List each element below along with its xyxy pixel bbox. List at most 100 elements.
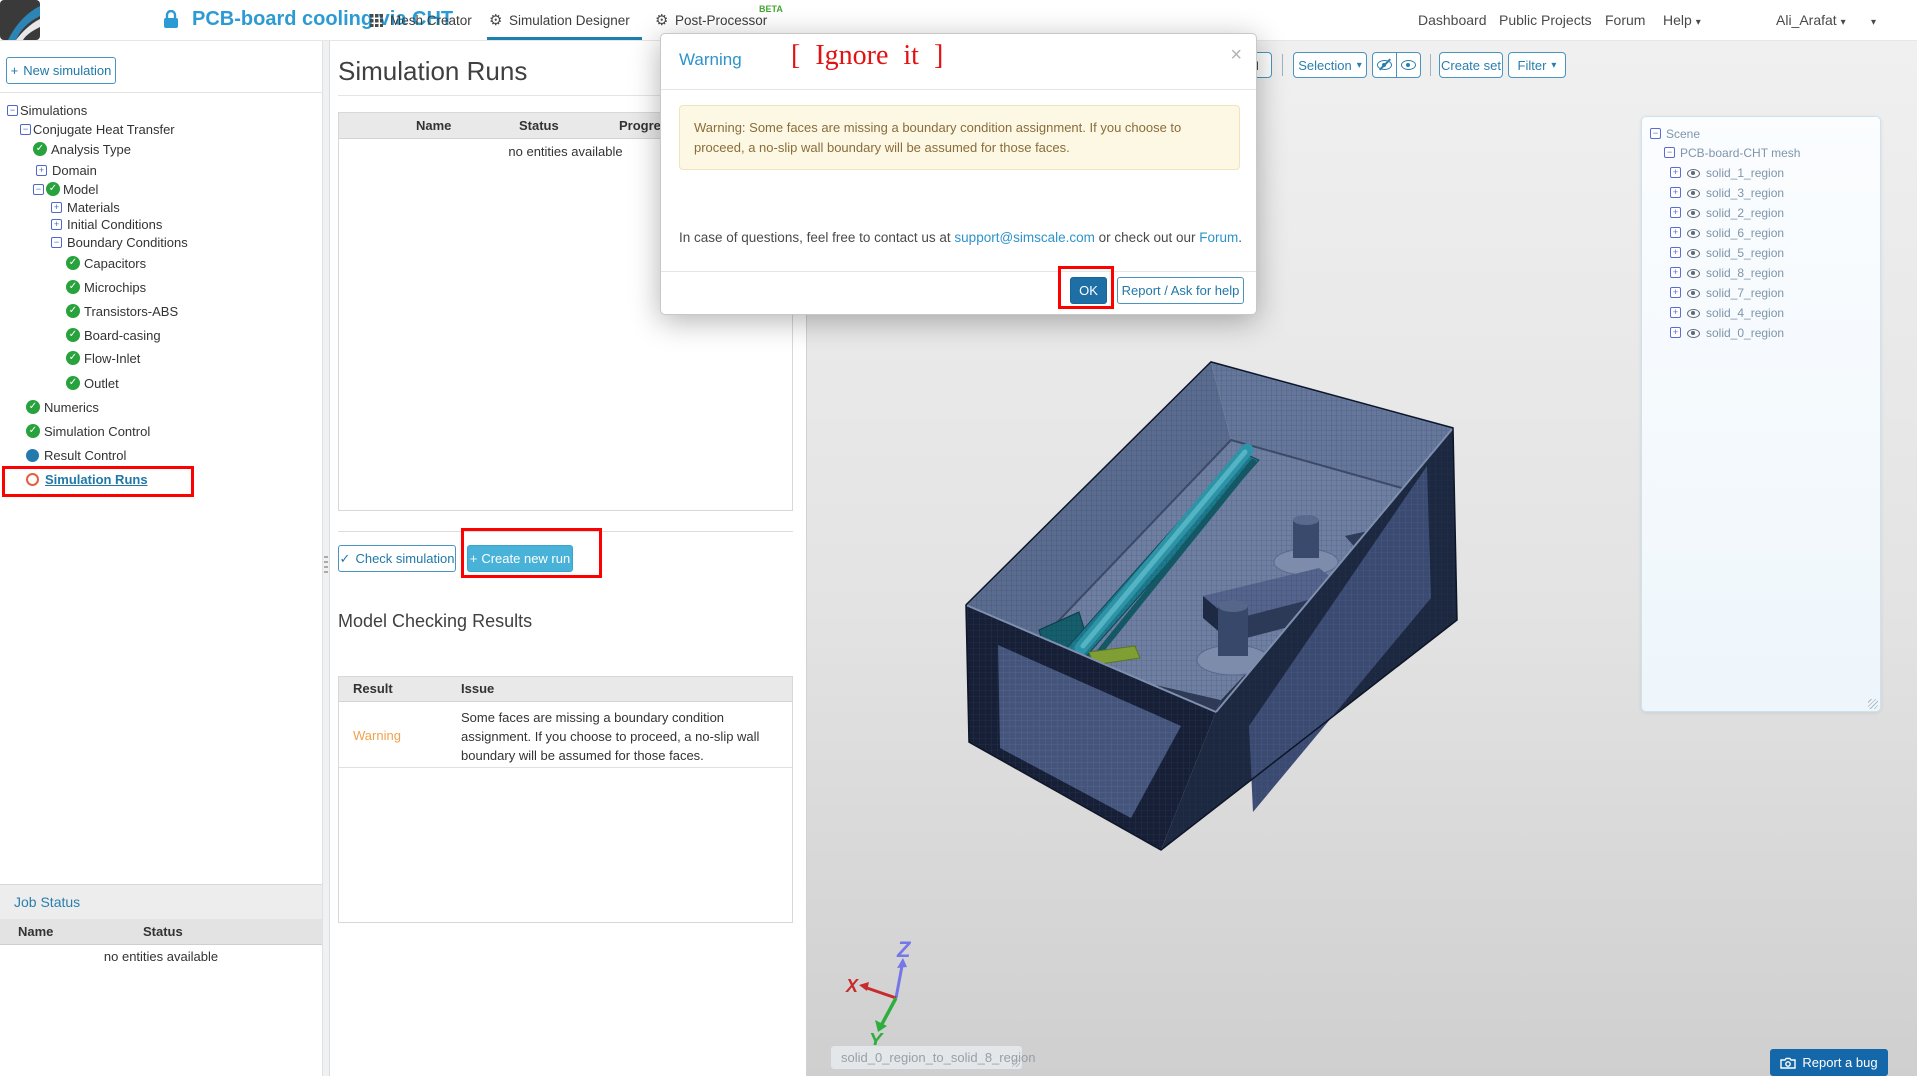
nav-public-projects[interactable]: Public Projects (1499, 12, 1592, 28)
sidebar-item-flow-inlet[interactable]: ✓ Flow-Inlet (0, 349, 322, 369)
expand-icon[interactable]: + (1670, 327, 1681, 338)
nav-dashboard[interactable]: Dashboard (1418, 12, 1487, 28)
check-simulation-button[interactable]: ✓ Check simulation (338, 545, 456, 572)
contact-text: . (1238, 230, 1243, 245)
nav-user-menu[interactable]: Ali_Arafat ▾ (1776, 12, 1846, 28)
expand-icon[interactable]: + (51, 202, 62, 213)
sidebar-item-conjugate-heat-transfer[interactable]: − Conjugate Heat Transfer (0, 120, 322, 140)
forum-link[interactable]: Forum (1199, 230, 1238, 245)
ok-button[interactable]: OK (1070, 277, 1107, 304)
result-warning-label: Warning (353, 728, 401, 743)
collapse-icon[interactable]: − (7, 105, 18, 116)
eye-icon[interactable] (1687, 209, 1700, 218)
sidebar-item-boundary-conditions[interactable]: − Boundary Conditions (0, 233, 322, 253)
scene-item-region[interactable]: + solid_8_region (1642, 263, 1880, 283)
show-selection-button[interactable] (1396, 52, 1421, 78)
scene-item-region[interactable]: + solid_5_region (1642, 243, 1880, 263)
nav-forum[interactable]: Forum (1605, 12, 1645, 28)
username-label: Ali_Arafat (1776, 12, 1837, 28)
tree-label: Simulations (20, 103, 88, 118)
simscale-logo[interactable] (0, 0, 40, 40)
report-bug-button[interactable]: Report a bug (1770, 1049, 1888, 1076)
create-set-button[interactable]: Create set (1439, 52, 1503, 78)
expand-icon[interactable]: + (1670, 287, 1681, 298)
expand-icon[interactable]: + (51, 219, 62, 230)
annotation-ignore-text: [ Ignore it ] (791, 40, 944, 71)
eye-icon[interactable] (1687, 329, 1700, 338)
camera-icon (1780, 1057, 1797, 1069)
expand-icon[interactable]: + (36, 165, 47, 176)
scene-item-region[interactable]: + solid_0_region (1642, 323, 1880, 343)
sidebar-item-capacitors[interactable]: ✓ Capacitors (0, 254, 322, 274)
sidebar-item-initial-conditions[interactable]: + Initial Conditions (0, 215, 322, 235)
region-label: solid_7_region (1706, 286, 1785, 300)
panel-splitter[interactable] (322, 41, 330, 1076)
region-label: solid_0_region (1706, 326, 1785, 340)
sidebar-item-simulation-control[interactable]: ✓ Simulation Control (0, 422, 322, 442)
close-icon[interactable]: × (1230, 44, 1242, 67)
scene-item-region[interactable]: + solid_4_region (1642, 303, 1880, 323)
scene-item-region[interactable]: + solid_2_region (1642, 203, 1880, 223)
eye-icon[interactable] (1687, 189, 1700, 198)
report-ask-help-button[interactable]: Report / Ask for help (1117, 277, 1244, 304)
nav-help-menu[interactable]: Help ▾ (1663, 12, 1701, 28)
eye-icon[interactable] (1687, 269, 1700, 278)
selection-dropdown[interactable]: Selection ▾ (1293, 52, 1367, 78)
gears-icon: ⚙ (489, 11, 503, 29)
sidebar-item-analysis-type[interactable]: ✓ Analysis Type (0, 140, 322, 160)
create-new-run-button[interactable]: + Create new run (467, 545, 573, 572)
expand-icon[interactable]: + (1670, 167, 1681, 178)
tree-label: Outlet (84, 376, 119, 391)
sidebar-item-transistors-abs[interactable]: ✓ Transistors-ABS (0, 302, 322, 322)
sidebar-item-board-casing[interactable]: ✓ Board-casing (0, 326, 322, 346)
new-simulation-button[interactable]: + New simulation (6, 57, 116, 84)
eye-icon[interactable] (1687, 229, 1700, 238)
collapse-icon[interactable]: − (1650, 128, 1661, 139)
eye-icon[interactable] (1687, 169, 1700, 178)
sidebar-item-simulations[interactable]: − Simulations (0, 101, 322, 121)
collapse-icon[interactable]: − (51, 237, 62, 248)
tree-label: Capacitors (84, 256, 147, 271)
sidebar-item-model[interactable]: − ✓ Model (0, 180, 322, 200)
sidebar-item-domain[interactable]: + Domain (0, 161, 322, 181)
sidebar-item-microchips[interactable]: ✓ Microchips (0, 278, 322, 298)
sidebar-item-simulation-runs[interactable]: Simulation Runs (0, 470, 322, 490)
scene-item-region[interactable]: + solid_1_region (1642, 163, 1880, 183)
expand-icon[interactable]: + (1670, 207, 1681, 218)
check-icon: ✓ (46, 182, 60, 196)
scene-item-region[interactable]: + solid_3_region (1642, 183, 1880, 203)
hide-selection-button[interactable] (1372, 52, 1397, 78)
sidebar-item-outlet[interactable]: ✓ Outlet (0, 374, 322, 394)
eye-icon[interactable] (1687, 289, 1700, 298)
sidebar-item-numerics[interactable]: ✓ Numerics (0, 398, 322, 418)
scene-item-region[interactable]: + solid_6_region (1642, 223, 1880, 243)
expand-icon[interactable]: + (1670, 267, 1681, 278)
collapse-icon[interactable]: − (20, 124, 31, 135)
collapse-icon[interactable]: − (33, 184, 44, 195)
eye-icon[interactable] (1687, 249, 1700, 258)
nav-extra-menu[interactable]: ▾ (1871, 12, 1876, 28)
filter-dropdown[interactable]: Filter ▾ (1508, 52, 1566, 78)
mesh-3d-object[interactable] (901, 330, 1501, 890)
expand-icon[interactable]: + (1670, 227, 1681, 238)
plus-icon: + (10, 63, 19, 78)
expand-icon[interactable]: + (1670, 187, 1681, 198)
scene-item-root[interactable]: − Scene (1642, 124, 1880, 144)
scene-item-region[interactable]: + solid_7_region (1642, 283, 1880, 303)
simulation-tree-sidebar: + New simulation − Simulations − Conjuga… (0, 41, 322, 1076)
scene-item-mesh[interactable]: − PCB-board-CHT mesh (1642, 143, 1880, 163)
sidebar-item-result-control[interactable]: Result Control (0, 446, 322, 466)
expand-icon[interactable]: + (1670, 307, 1681, 318)
divider (0, 92, 322, 93)
tree-label: Transistors-ABS (84, 304, 179, 319)
collapse-icon[interactable]: − (1664, 147, 1675, 158)
contact-text: or check out our (1094, 230, 1200, 245)
region-label: solid_6_region (1706, 226, 1785, 240)
support-email-link[interactable]: support@simscale.com (954, 230, 1095, 245)
expand-icon[interactable]: + (1670, 247, 1681, 258)
plus-icon: + (469, 551, 478, 566)
resize-handle-icon[interactable] (1868, 699, 1878, 709)
caret-down-icon: ▾ (1695, 17, 1701, 28)
eye-icon[interactable] (1687, 309, 1700, 318)
tree-label: Simulation Runs (45, 472, 148, 487)
